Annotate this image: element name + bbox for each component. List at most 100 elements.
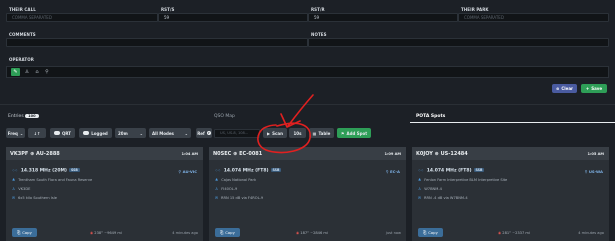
park-name: ♣ Fenlon Farm Interpretive BLM Interpreti… — [418, 178, 508, 182]
spot-card-header: N0SEC ⊕ EC-0081 1:09 AM — [209, 147, 406, 160]
copy-button[interactable]: ⎘ Copy — [12, 228, 37, 237]
home-icon[interactable]: ⌂ — [33, 68, 41, 76]
spotter: ♙ FI40OL-9 — [215, 187, 238, 191]
rst-s-label: RST/S — [161, 7, 175, 12]
spot-age: 4 minutes ago — [172, 231, 198, 235]
comments-input[interactable] — [6, 38, 308, 47]
spotter: ♙ W7BNM-4 — [418, 187, 442, 191]
comments-label: COMMENTS — [9, 32, 36, 37]
spot-callsign[interactable]: K0JOY ⊕ US-12484 — [416, 151, 468, 157]
rst-r-input[interactable]: 59 — [308, 13, 458, 22]
copy-button[interactable]: ⎘ Copy — [215, 228, 240, 237]
tab-entries[interactable]: Entries 100 — [8, 112, 39, 121]
signal-icon: ◦◦ — [215, 168, 221, 174]
their-call-label: THEIR CALL — [9, 7, 36, 12]
spot-card[interactable]: N0SEC ⊕ EC-0081 1:09 AM ◦◦ 14.074 MHz (FT… — [209, 147, 406, 241]
map-pin-icon: ⚑ — [340, 130, 345, 136]
modes-select[interactable]: All Modes ⌄ — [149, 128, 191, 138]
park-name: ♣ Cajas National Park — [215, 178, 257, 182]
spot-time: 1:05 AM — [587, 152, 604, 156]
spot-card[interactable]: K0JOY ⊕ US-12484 1:05 AM ◦◦ 14.074 MHz (F… — [412, 147, 609, 241]
add-spot-button[interactable]: ⚑ Add Spot — [337, 128, 371, 138]
pencil-icon[interactable]: ✎ — [11, 68, 20, 76]
spot-time: 1:09 AM — [384, 152, 401, 156]
spot-location: ⚲ US-WA — [584, 169, 603, 174]
spot-location: ⚲ EC-A — [385, 169, 400, 174]
spot-card[interactable]: VK3PF ⊕ AU-2888 1:04 AM ◦◦ 14.318 MHz (20… — [6, 147, 203, 241]
park-name: ♣ Trentham South Flora and Fauna Reserve — [12, 178, 93, 182]
copy-icon: ⎘ — [423, 230, 427, 235]
globe-icon: ⊕ — [434, 151, 439, 157]
tree-icon: ♣ — [12, 178, 16, 182]
logged-toggle[interactable]: Logged — [79, 128, 112, 138]
notes-input[interactable] — [308, 38, 609, 47]
mode-badge: SSB — [270, 168, 282, 172]
table-icon: ▦ — [312, 130, 317, 136]
operator-label: OPERATOR — [9, 57, 34, 62]
chevron-down-icon: ⌄ — [184, 130, 188, 136]
table-toggle[interactable]: ▦ Table — [309, 128, 334, 138]
person-icon: ♙ — [12, 187, 16, 191]
scan-button[interactable]: ▶ Scan — [263, 128, 287, 138]
spot-distance: ◉ 281° ~2337 mi — [498, 231, 530, 235]
their-park-label: THEIR PARK — [461, 7, 489, 12]
comment-icon: ✉ — [12, 196, 16, 200]
spot-comment: ✉ RRN 15 dB via F4ROL-9 — [215, 196, 264, 200]
spot-distance: ◉ 187° ~2846 mi — [296, 231, 328, 235]
mode-badge: SSB — [473, 168, 485, 172]
save-button[interactable]: + Save — [581, 84, 607, 93]
person-icon: ♙ — [418, 187, 422, 191]
person-icon: ♙ — [215, 187, 219, 191]
spot-age: just now — [385, 231, 401, 235]
freq-sort-button[interactable]: Freq ⌄ — [6, 128, 25, 138]
spot-comment: ✉ RRN -4 dB via W7BNM-4 — [418, 196, 468, 200]
operator-bar — [6, 66, 609, 78]
plus-icon: + — [585, 86, 590, 91]
spot-time: 1:04 AM — [181, 152, 198, 156]
copy-icon: ⎘ — [220, 230, 224, 235]
rst-r-label: RST/R — [311, 7, 325, 12]
comment-icon: ✉ — [418, 196, 422, 200]
spot-frequency[interactable]: ◦◦ 14.074 MHz (FT8) SSB — [215, 168, 282, 174]
tab-pota-spots[interactable]: POTA Spots — [416, 112, 445, 121]
qrt-toggle[interactable]: QRT — [50, 128, 75, 138]
spot-callsign[interactable]: N0SEC ⊕ EC-0081 — [213, 151, 262, 157]
signal-icon: ◦◦ — [12, 168, 18, 174]
notes-label: NOTES — [311, 32, 327, 37]
chevron-down-icon: ⌄ — [139, 130, 143, 136]
tree-icon: ♣ — [418, 178, 422, 182]
rst-s-input[interactable]: 59 — [158, 13, 308, 22]
ref-label: Ref? — [196, 128, 212, 138]
globe-icon: ⊕ — [233, 151, 238, 157]
copy-icon: ⎘ — [17, 230, 21, 235]
spot-callsign[interactable]: VK3PF ⊕ AU-2888 — [10, 151, 60, 157]
active-tab-underline — [410, 122, 615, 123]
help-icon: ? — [206, 131, 211, 135]
spot-distance: ◉ 238° ~9649 mi — [90, 231, 122, 235]
spotter: ♙ VK3DE — [12, 187, 31, 191]
sort-direction-button[interactable]: ↓↑ — [28, 128, 46, 138]
toggle-icon — [53, 131, 60, 135]
entries-count-badge: 100 — [25, 114, 39, 118]
interval-select[interactable]: 20m ⌄ — [115, 128, 146, 138]
chevron-down-icon: ⌄ — [19, 130, 24, 136]
their-call-input[interactable]: COMMA SEPARATED — [6, 13, 158, 22]
spot-frequency[interactable]: ◦◦ 14.074 MHz (FT8) SSB — [418, 168, 485, 174]
spot-frequency[interactable]: ◦◦ 14.318 MHz (20M) SSB — [12, 168, 80, 174]
tab-qso-map[interactable]: QSO Map — [214, 112, 235, 121]
copy-button[interactable]: ⎘ Copy — [418, 228, 443, 237]
person-icon[interactable]: ♙ — [23, 68, 31, 76]
location-pin-icon[interactable]: ⚲ — [43, 68, 51, 76]
comment-icon: ✉ — [215, 196, 219, 200]
their-park-input[interactable]: COMMA SEPARATED — [458, 13, 609, 22]
spot-card-header: K0JOY ⊕ US-12484 1:05 AM — [412, 147, 609, 160]
scan-interval-select[interactable]: 10s — [289, 128, 306, 138]
clear-button[interactable]: ⊗ Clear — [552, 84, 577, 93]
tree-icon: ♣ — [215, 178, 219, 182]
ref-filter-input[interactable]: US, US-8, 108... — [214, 129, 260, 138]
globe-icon: ⊕ — [30, 151, 35, 157]
toggle-icon — [83, 131, 90, 135]
spot-card-header: VK3PF ⊕ AU-2888 1:04 AM — [6, 147, 203, 160]
spot-location: ⚲ AU-VIC — [178, 169, 197, 174]
spot-age: 4 minutes ago — [578, 231, 604, 235]
